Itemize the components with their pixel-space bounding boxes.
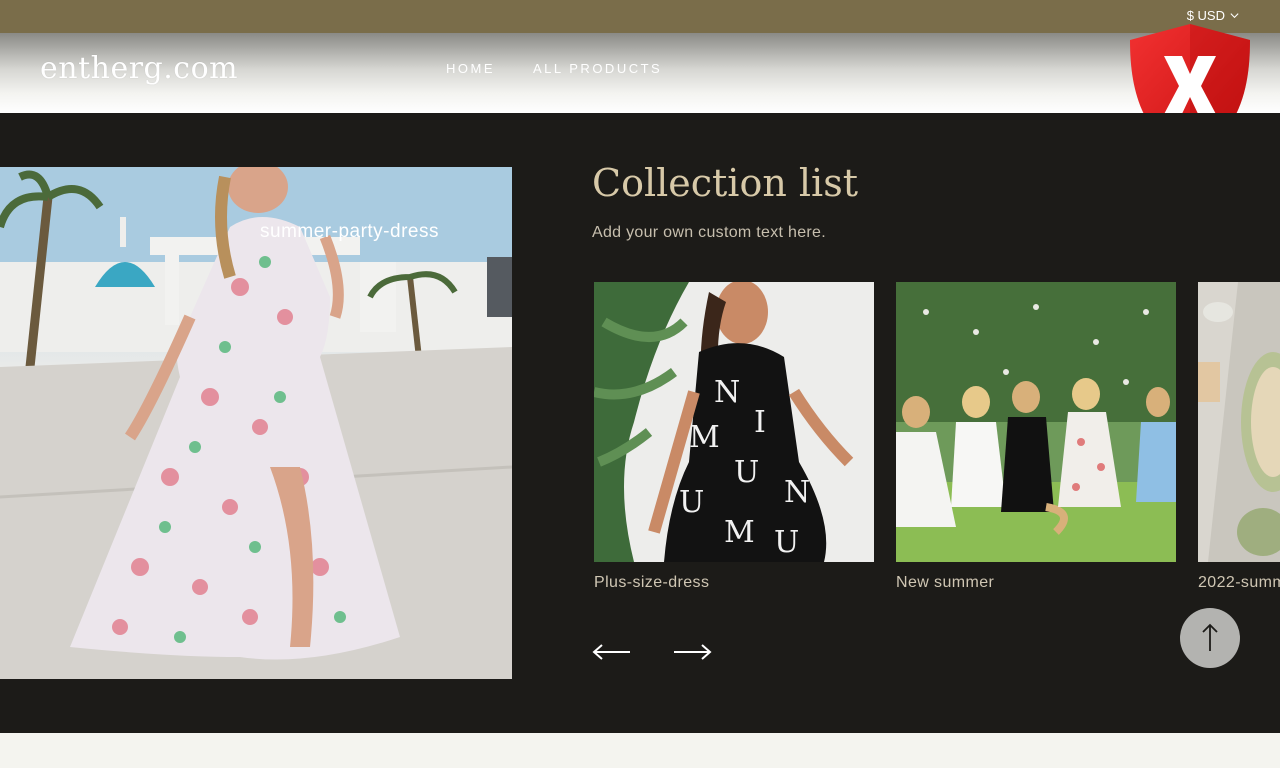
carousel-next-button[interactable]: [672, 640, 712, 664]
main-nav: HOME ALL PRODUCTS: [446, 61, 700, 76]
collection-image[interactable]: [896, 282, 1176, 562]
hero-section: summer-party-dress Collection list Add y…: [0, 113, 1280, 733]
collection-title: Collection list: [592, 161, 858, 205]
arrow-right-icon: [674, 644, 712, 660]
currency-label: $ USD: [1186, 8, 1225, 23]
collection-image[interactable]: NIM UNU MU: [594, 282, 874, 562]
arrow-up-icon: [1202, 623, 1218, 651]
svg-text:U: U: [774, 525, 799, 560]
top-bar: $ USD: [0, 0, 1280, 33]
collection-card-2022-summer[interactable]: 2022-summer: [1198, 282, 1280, 592]
collection-caption[interactable]: 2022-summer: [1198, 574, 1280, 592]
svg-text:I: I: [754, 405, 766, 440]
site-header: entherg.com HOME ALL PRODUCTS: [0, 33, 1280, 113]
collection-image[interactable]: [1198, 282, 1280, 562]
site-logo[interactable]: entherg.com: [40, 51, 238, 86]
feature-illustration: [0, 167, 512, 679]
collection-subtitle: Add your own custom text here.: [592, 224, 826, 241]
currency-selector[interactable]: $ USD: [1187, 8, 1240, 23]
feature-image[interactable]: summer-party-dress: [0, 167, 512, 679]
svg-text:U: U: [734, 455, 759, 490]
svg-text:N: N: [784, 475, 810, 510]
svg-text:M: M: [689, 420, 720, 455]
collection-caption[interactable]: New summer: [896, 574, 1176, 592]
arrow-left-icon: [592, 644, 630, 660]
carousel-prev-button[interactable]: [592, 640, 632, 664]
nav-home-link[interactable]: HOME: [446, 61, 495, 76]
scroll-to-top-button[interactable]: [1180, 608, 1240, 668]
nav-all-products-link[interactable]: ALL PRODUCTS: [533, 61, 662, 76]
collection-card-plus-size-dress[interactable]: NIM UNU MU Plus-size-dress: [594, 282, 874, 592]
chevron-down-icon: [1230, 13, 1239, 19]
collection-card-new-summer[interactable]: New summer: [896, 282, 1176, 592]
svg-text:M: M: [724, 515, 755, 550]
svg-text:U: U: [679, 485, 704, 520]
collection-caption[interactable]: Plus-size-dress: [594, 574, 874, 592]
feature-label: summer-party-dress: [260, 221, 439, 242]
svg-text:N: N: [714, 375, 740, 410]
